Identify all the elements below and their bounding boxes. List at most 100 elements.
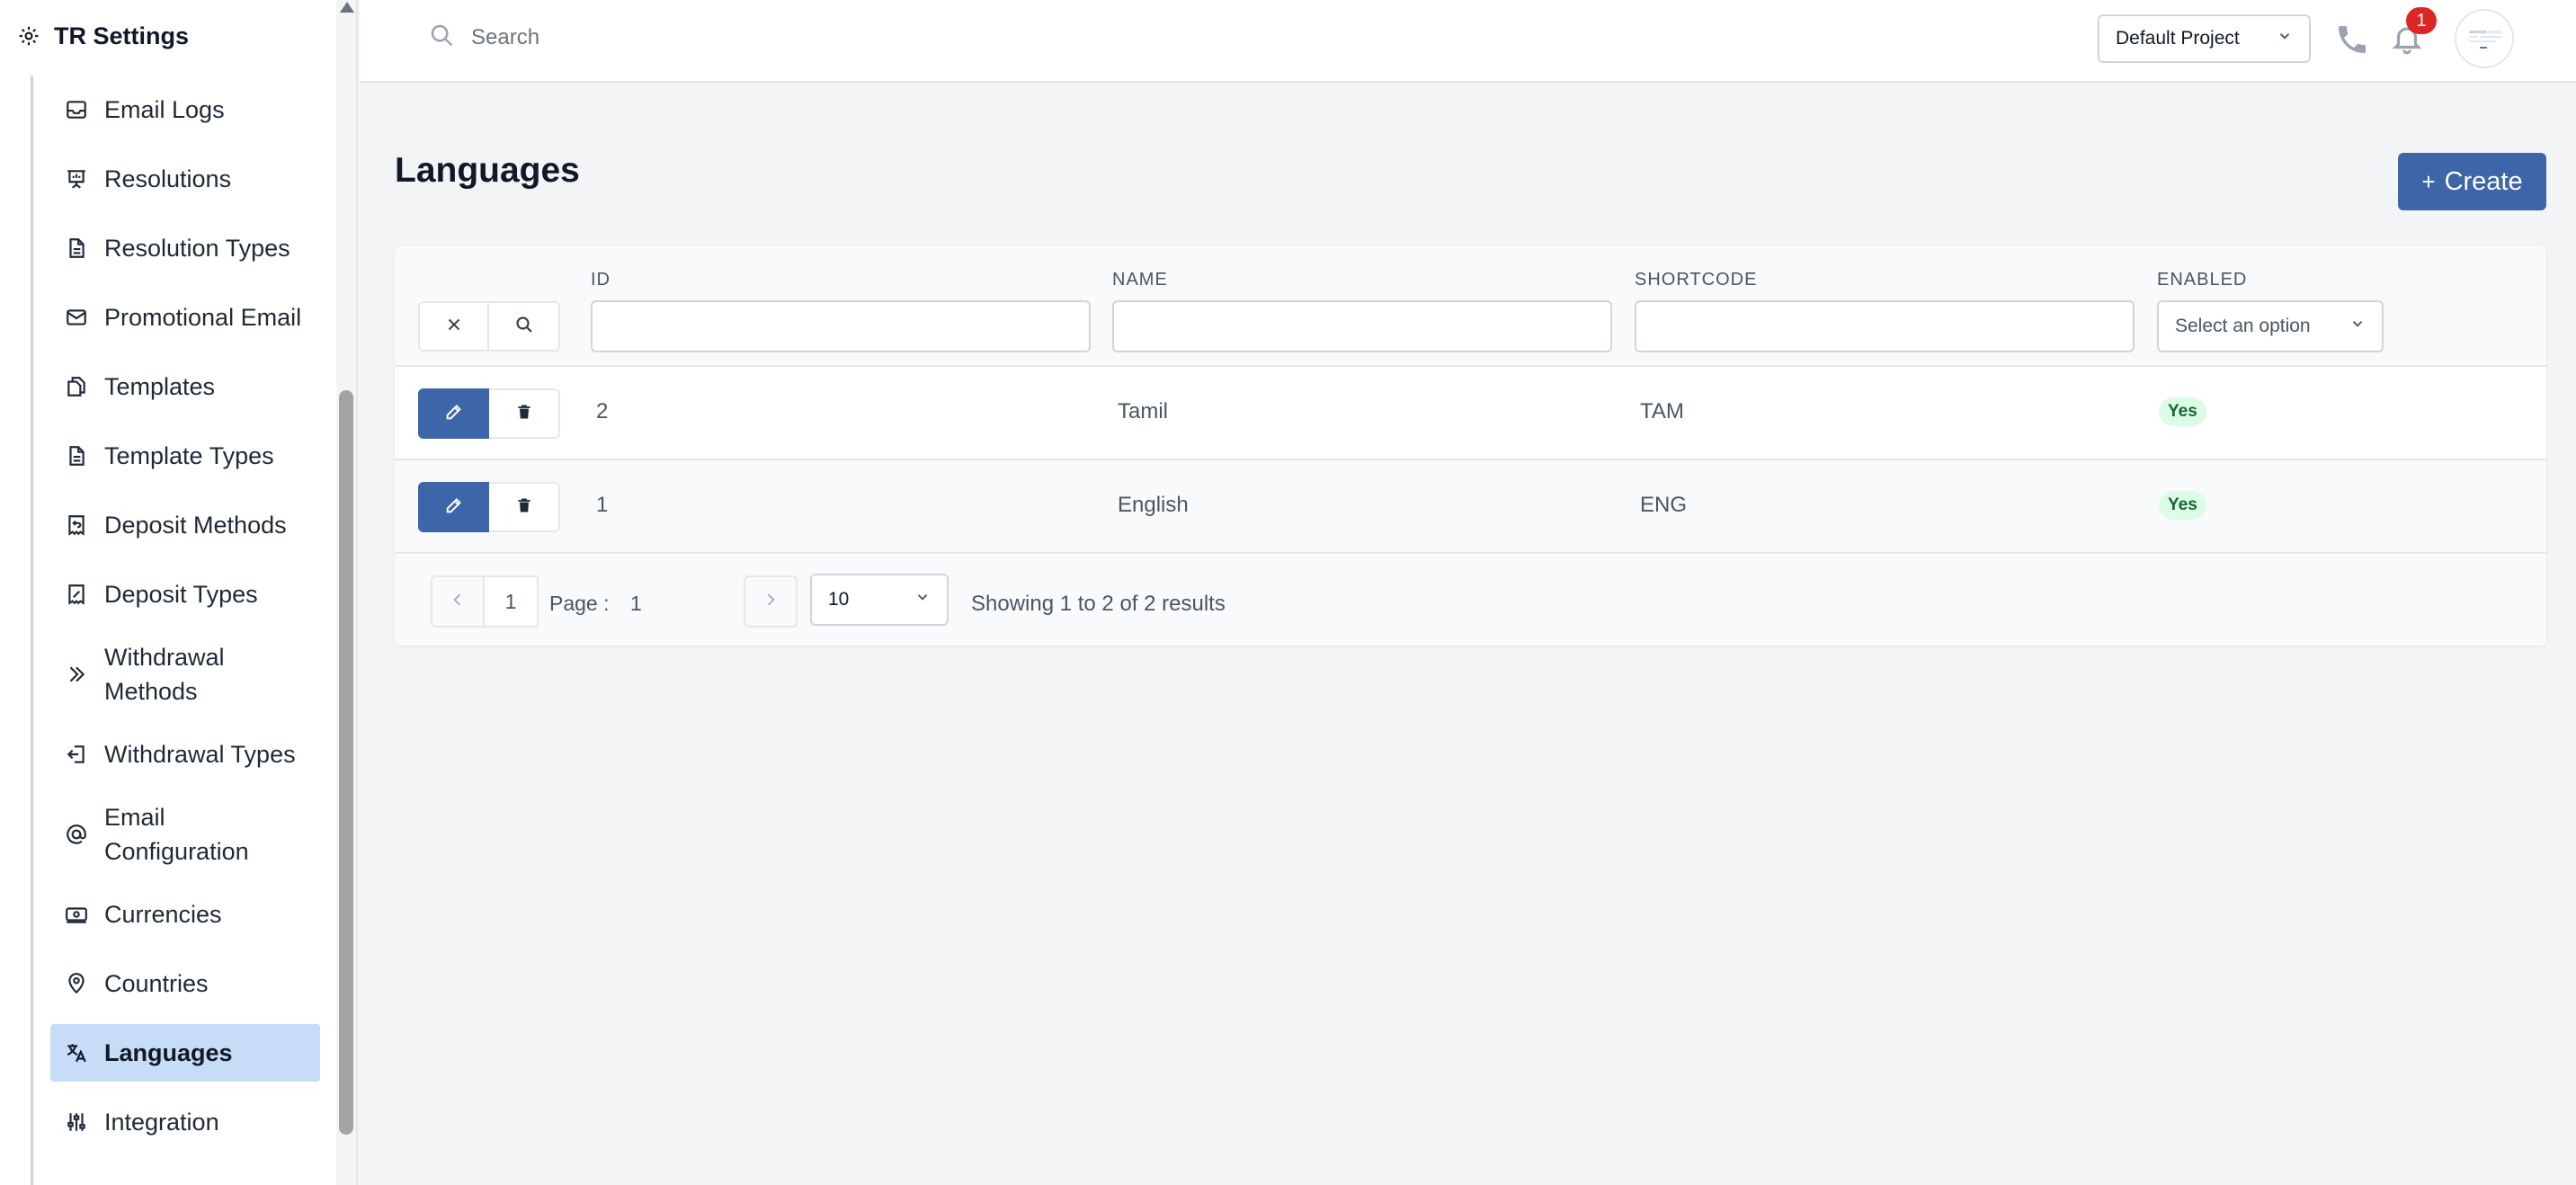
- sidebar-item-integration[interactable]: Integration: [50, 1093, 320, 1151]
- cell-name: Tamil: [1118, 399, 1169, 423]
- id-filter-input[interactable]: [591, 300, 1091, 352]
- column-header-id: ID: [591, 270, 611, 290]
- sidebar-item-withdrawal-types[interactable]: Withdrawal Types: [50, 726, 320, 783]
- language-icon: [63, 1039, 90, 1066]
- sidebar-item-label: Integration: [104, 1108, 219, 1136]
- enabled-status-badge: Yes: [2159, 397, 2206, 426]
- receipt-refund-icon: [63, 512, 90, 539]
- filter-actions: [418, 301, 560, 352]
- chevron-left-icon: [449, 589, 467, 615]
- sidebar-item-resolution-types[interactable]: Resolution Types: [50, 219, 320, 277]
- plus-icon: +: [2421, 167, 2436, 195]
- delete-button[interactable]: [489, 482, 560, 532]
- sidebar-header[interactable]: TR Settings: [16, 18, 189, 54]
- presentation-icon: [63, 165, 90, 192]
- map-pin-icon: [63, 970, 90, 997]
- sidebar-item-email-logs[interactable]: Email Logs: [50, 81, 320, 138]
- arrow-left-on-rectangle-icon: [63, 741, 90, 768]
- gear-icon: [16, 23, 41, 49]
- apply-filters-button[interactable]: [489, 301, 560, 352]
- chevron-down-icon: [914, 589, 931, 610]
- trash-icon: [515, 495, 533, 520]
- scrollbar-thumb[interactable]: [339, 390, 353, 1135]
- cell-name: English: [1118, 493, 1189, 517]
- chevron-down-icon: [2349, 316, 2366, 337]
- sidebar-item-label: Withdrawal Types: [104, 740, 296, 768]
- edit-button[interactable]: [418, 388, 489, 439]
- sidebar-item-label: Countries: [104, 969, 209, 997]
- trash-icon: [515, 402, 533, 426]
- results-summary: Showing 1 to 2 of 2 results: [971, 592, 1226, 616]
- sidebar-item-label: Currencies: [104, 900, 222, 928]
- cell-id: 1: [596, 493, 609, 517]
- receipt-percent-icon: [63, 581, 90, 608]
- banknotes-icon: [63, 901, 90, 928]
- sidebar-item-withdrawal-methods[interactable]: Withdrawal Methods: [50, 635, 320, 714]
- table-header: ID NAME SHORTCODE ENABLED Select an opti…: [395, 246, 2546, 367]
- sidebar-item-template-types[interactable]: Template Types: [50, 427, 320, 485]
- sidebar-item-languages[interactable]: Languages: [50, 1024, 320, 1082]
- languages-table: ID NAME SHORTCODE ENABLED Select an opti…: [395, 246, 2546, 646]
- project-select[interactable]: Default Project: [2098, 14, 2311, 63]
- search-bar[interactable]: Search: [428, 22, 539, 53]
- sidebar-item-resolutions[interactable]: Resolutions: [50, 150, 320, 208]
- sidebar-item-deposit-types[interactable]: Deposit Types: [50, 566, 320, 623]
- name-filter-input[interactable]: [1112, 300, 1612, 352]
- sidebar-item-label: Languages: [104, 1038, 233, 1066]
- pagination: 1 Page : 1 10 Showing 1 to 2 of 2 result…: [395, 556, 2546, 646]
- enabled-status-badge: Yes: [2159, 491, 2206, 520]
- enabled-filter-placeholder: Select an option: [2175, 316, 2311, 336]
- edit-icon: [444, 495, 464, 520]
- mail-icon: [63, 304, 90, 331]
- table-row: 1 English ENG Yes: [395, 460, 2546, 554]
- column-header-name: NAME: [1112, 270, 1168, 290]
- sidebar-item-countries[interactable]: Countries: [50, 955, 320, 1012]
- current-page-number[interactable]: 1: [483, 575, 539, 628]
- page-label: Page :: [549, 592, 610, 615]
- sidebar-item-label: Deposit Types: [104, 580, 258, 608]
- page-size-select[interactable]: 10: [810, 574, 949, 626]
- cell-shortcode: ENG: [1640, 493, 1688, 517]
- notification-badge: 1: [2406, 7, 2437, 34]
- cell-shortcode: TAM: [1640, 399, 1684, 423]
- sidebar-item-label: Deposit Methods: [104, 511, 287, 539]
- sidebar-item-email-configuration[interactable]: Email Configuration: [50, 795, 320, 874]
- sidebar-tree-line: [31, 76, 33, 1185]
- create-button-label: Create: [2444, 166, 2523, 196]
- sidebar-scrollbar[interactable]: [336, 0, 356, 1185]
- sidebar-item-templates[interactable]: Templates: [50, 358, 320, 415]
- search-icon: [513, 314, 535, 340]
- chevron-right-icon: [762, 589, 780, 615]
- sidebar-item-deposit-methods[interactable]: Deposit Methods: [50, 496, 320, 554]
- document-icon: [63, 235, 90, 262]
- sidebar-item-label: Templates: [104, 372, 216, 400]
- sidebar-item-currencies[interactable]: Currencies: [50, 886, 320, 943]
- sidebar-item-label: Withdrawal Methods: [104, 644, 225, 705]
- enabled-filter-select[interactable]: Select an option: [2157, 300, 2384, 352]
- clear-filters-button[interactable]: [418, 301, 489, 352]
- scroll-up-arrow-icon[interactable]: [340, 2, 354, 13]
- create-button[interactable]: + Create: [2398, 153, 2546, 210]
- sidebar-item-label: Template Types: [104, 441, 274, 469]
- project-select-value: Default Project: [2116, 28, 2240, 49]
- chevron-down-icon: [2277, 28, 2293, 49]
- shortcode-filter-input[interactable]: [1635, 300, 2135, 352]
- column-header-enabled: ENABLED: [2157, 270, 2248, 290]
- avatar[interactable]: [2455, 9, 2514, 68]
- sidebar-item-label: Email Configuration: [104, 804, 249, 865]
- page-size-value: 10: [828, 589, 850, 610]
- delete-button[interactable]: [489, 388, 560, 439]
- page-input[interactable]: 1: [630, 592, 642, 616]
- edit-button[interactable]: [418, 482, 489, 532]
- search-input[interactable]: Search: [471, 25, 539, 50]
- sidebar: TR Settings Email Logs Resolutions Resol…: [0, 0, 358, 1185]
- search-icon: [428, 22, 455, 53]
- prev-page-button[interactable]: [431, 575, 485, 628]
- phone-icon[interactable]: [2334, 22, 2370, 58]
- next-page-button[interactable]: [744, 575, 798, 628]
- cell-id: 2: [596, 399, 609, 423]
- at-symbol-icon: [63, 821, 90, 848]
- sidebar-item-promotional-email[interactable]: Promotional Email: [50, 289, 320, 346]
- sidebar-item-label: Promotional Email: [104, 303, 302, 331]
- column-header-shortcode: SHORTCODE: [1635, 270, 1758, 290]
